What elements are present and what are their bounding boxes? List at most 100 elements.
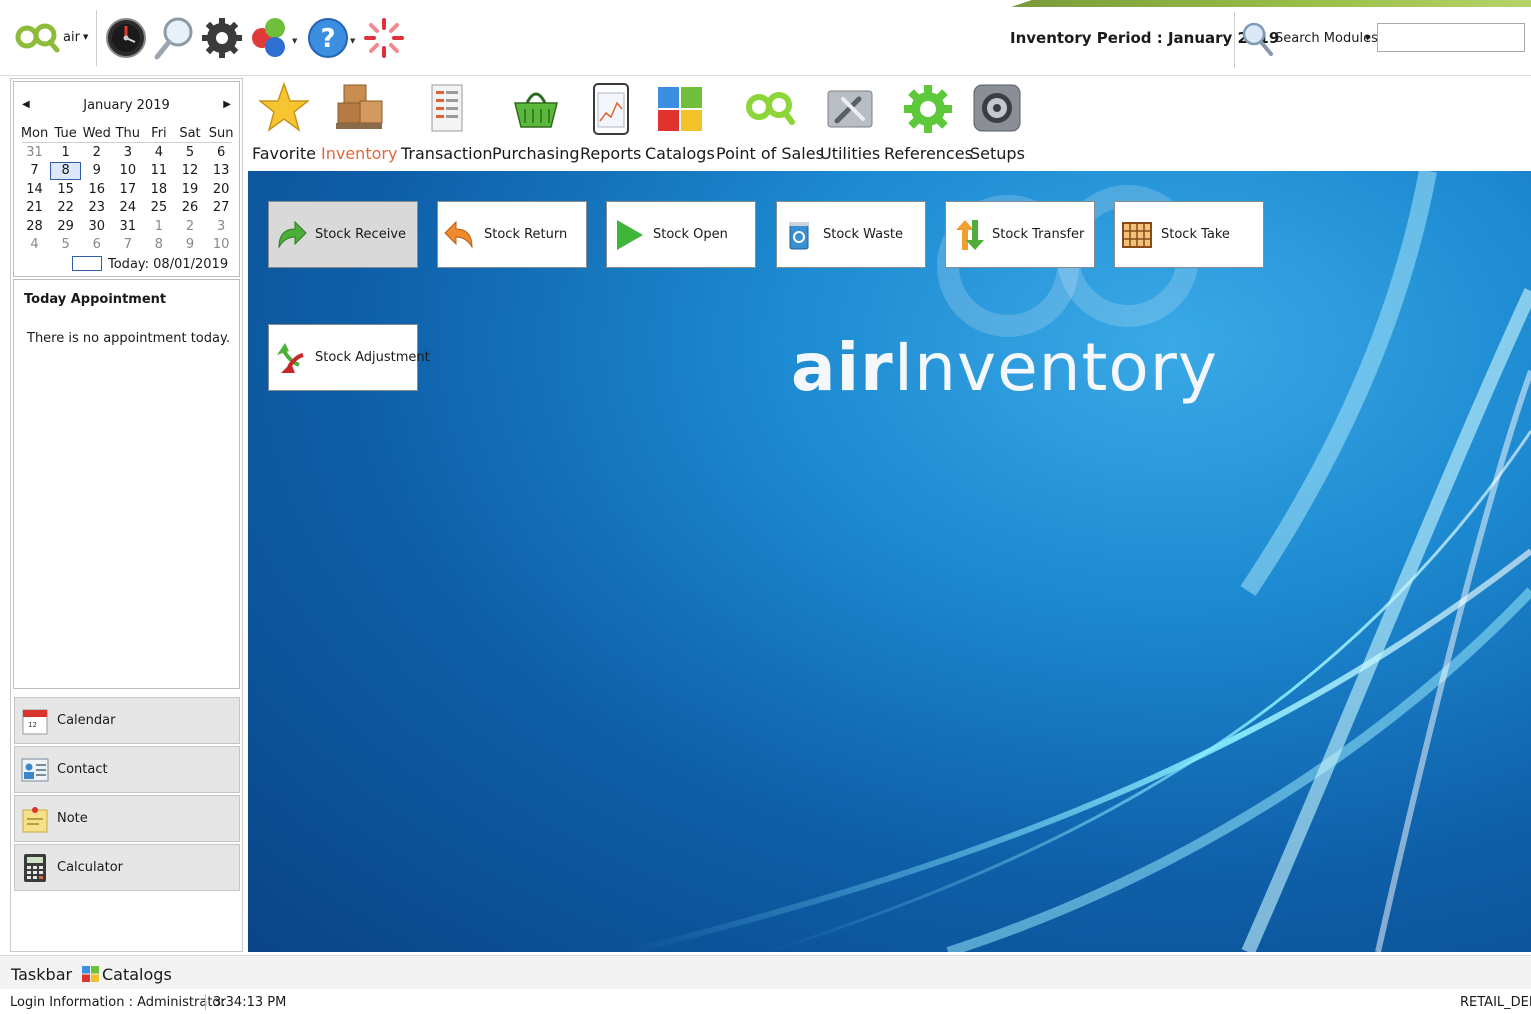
stock-waste-button[interactable]: Stock Waste [776,201,926,268]
calendar-day[interactable]: 31 [19,145,50,161]
calculator-button[interactable]: Calculator [14,844,240,891]
calendar-day[interactable]: 22 [50,200,81,216]
calendar-day[interactable]: 21 [19,200,50,216]
calendar-week-row: 14 15 16 17 18 19 20 [19,181,237,200]
calendar-day[interactable]: 23 [81,200,112,216]
calendar-day[interactable]: 4 [143,145,174,161]
weekday-label: Thu [115,126,141,142]
themes-color-icon[interactable] [246,14,294,62]
module-transaction[interactable]: Transaction [401,78,493,171]
module-references[interactable]: References [884,78,973,171]
module-inventory[interactable]: Inventory [321,78,397,171]
module-setups[interactable]: Setups [970,78,1025,171]
calendar-day[interactable]: 3 [206,219,237,235]
search-tool-icon[interactable] [150,14,198,62]
calendar-day[interactable]: 18 [143,182,174,198]
contact-button[interactable]: Contact [14,746,240,793]
calendar-day[interactable]: 9 [81,163,112,179]
contact-button-label: Contact [57,762,108,777]
taskbar-item-catalogs[interactable]: Catalogs [102,965,172,984]
calendar-day[interactable]: 12 [174,163,205,179]
calendar-weekday-row: Mon Tue Wed Thu Fri Sat Sun [19,125,237,144]
help-icon[interactable]: ? [304,14,352,62]
module-utilities[interactable]: Utilities [820,78,880,171]
search-modules-input[interactable] [1377,23,1525,52]
calendar-day[interactable]: 7 [19,163,50,179]
stock-take-button[interactable]: Stock Take [1114,201,1264,268]
calendar-day[interactable]: 1 [143,219,174,235]
calendar-day[interactable]: 4 [19,237,50,253]
calendar-day[interactable]: 27 [206,200,237,216]
dashboard-clock-icon[interactable] [102,14,150,62]
weekday-label: Wed [82,126,111,142]
weekday-label: Sun [208,126,234,142]
calendar-day[interactable]: 31 [112,219,143,235]
module-point-of-sales[interactable]: Point of Sales [716,78,824,171]
wordmark-air: air [791,329,894,406]
calendar-day[interactable]: 19 [174,182,205,198]
app-menu-caret-icon[interactable]: ▼ [83,33,88,41]
calendar-day[interactable]: 8 [143,237,174,253]
app-menu-label[interactable]: air [63,30,80,45]
calendar-next-icon[interactable]: ▶ [223,99,231,110]
action-label: Stock Take [1161,227,1230,242]
stock-open-button[interactable]: Stock Open [606,201,756,268]
settings-gear-icon[interactable] [198,14,246,62]
calendar-day-selected[interactable]: 8 [50,162,82,181]
search-modules-icon[interactable] [1240,20,1274,60]
themes-caret-icon[interactable]: ▼ [292,37,297,45]
calendar-day[interactable]: 9 [174,237,205,253]
calendar-today-marker[interactable] [72,256,102,271]
action-label: Stock Return [484,227,568,242]
module-favorite[interactable]: Favorite [252,78,316,171]
note-button[interactable]: Note [14,795,240,842]
help-caret-icon[interactable]: ▼ [350,37,355,45]
calendar-day[interactable]: 25 [143,200,174,216]
stock-receive-button[interactable]: Stock Receive [268,201,418,268]
calendar-day[interactable]: 30 [81,219,112,235]
calendar-day[interactable]: 10 [206,237,237,253]
stock-adjustment-button[interactable]: Stock Adjustment [268,324,430,391]
stock-return-button[interactable]: Stock Return [437,201,587,268]
search-modules-caret-icon[interactable]: ▼ [1365,34,1370,42]
loading-spinner-icon[interactable] [360,14,408,62]
calendar-day[interactable]: 2 [174,219,205,235]
calendar-day[interactable]: 28 [19,219,50,235]
action-label: Stock Adjustment [315,350,430,365]
calendar-day[interactable]: 13 [206,163,237,179]
calendar-day[interactable]: 10 [112,163,143,179]
calendar-day[interactable]: 3 [112,145,143,161]
calendar-grid: Mon Tue Wed Thu Fri Sat Sun 31 1 2 3 4 5… [19,125,237,255]
calendar-day[interactable]: 15 [50,182,81,198]
document-list-icon [421,78,473,140]
air-logo-icon[interactable] [14,20,60,54]
weekday-label: Tue [54,126,77,142]
calendar-day[interactable]: 14 [19,182,50,198]
calendar-day[interactable]: 6 [206,145,237,161]
module-reports[interactable]: Reports [580,78,641,171]
taskbar-label: Taskbar [11,965,73,984]
calendar-day[interactable]: 26 [174,200,205,216]
calendar-day[interactable]: 5 [174,145,205,161]
tools-icon [824,78,876,140]
module-label: Transaction [401,144,493,163]
calendar-day[interactable]: 2 [81,145,112,161]
calendar-day[interactable]: 24 [112,200,143,216]
arrow-back-icon [444,218,476,252]
calendar-day[interactable]: 20 [206,182,237,198]
calendar-day[interactable]: 5 [50,237,81,253]
stock-transfer-button[interactable]: Stock Transfer [945,201,1095,268]
catalog-tiles-icon[interactable] [82,966,99,982]
calendar-day[interactable]: 7 [112,237,143,253]
calendar-day[interactable]: 16 [81,182,112,198]
calendar-day[interactable]: 29 [50,219,81,235]
module-purchasing[interactable]: Purchasing [492,78,580,171]
calendar-button[interactable]: 12 Calendar [14,697,240,744]
search-modules-label[interactable]: Search Modules [1275,31,1378,46]
calendar-day[interactable]: 17 [112,182,143,198]
calendar-day[interactable]: 1 [50,145,81,161]
calendar-day[interactable]: 11 [143,163,174,179]
calendar-today-label[interactable]: Today: 08/01/2019 [108,257,228,272]
module-catalogs[interactable]: Catalogs [645,78,715,171]
calendar-day[interactable]: 6 [81,237,112,253]
